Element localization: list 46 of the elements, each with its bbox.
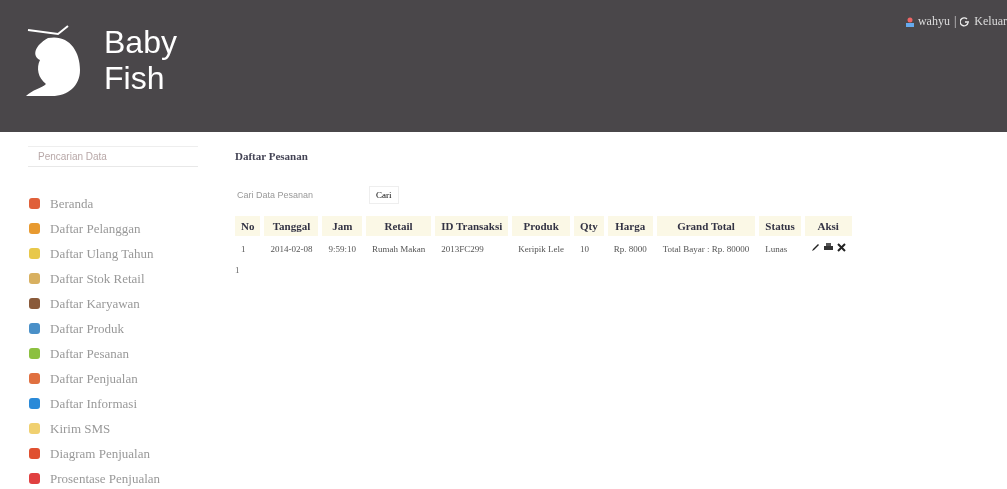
pencil-icon[interactable] [810,243,820,252]
column-header: Status [759,216,801,236]
page-title: Daftar Pesanan [235,150,309,162]
table-cell-text: 2014-02-08 [269,242,314,256]
column-header: Retail [365,216,432,236]
search-field[interactable]: Pencarian Data [28,146,198,167]
table-cell-text: 9:59:10 [327,242,357,256]
menu-item[interactable]: Beranda [50,195,94,212]
menu-item[interactable]: Diagram Penjualan [50,445,150,462]
table-cell-text: Lunas [764,242,789,256]
table-cell-text: Rumah Makan [370,242,427,256]
user-icon [905,16,914,27]
username: wahyu [917,14,950,29]
pagination[interactable]: 1 [235,265,1007,275]
separator: | [953,14,957,29]
column-header: Grand Total [656,216,756,236]
column-header: Produk [512,216,570,236]
menu-item[interactable]: Prosentase Penjualan [50,470,161,487]
table-cell-text: Keripik Lele [517,242,565,256]
logo-text: Baby [104,24,177,60]
table-cell-text: Total Bayar : Rp. 80000 [661,242,751,256]
table-cell-text: 10 [579,242,590,256]
menu-item[interactable]: Daftar Ulang Tahun [50,245,154,262]
column-header: Qty [574,216,604,236]
column-header: No [235,216,261,236]
delete-icon[interactable] [836,243,846,252]
logo-text: Fish [104,60,166,96]
menu-item[interactable]: Kirim SMS [50,420,111,437]
menu-item[interactable]: Daftar Pelanggan [50,220,141,237]
table-cell-text: Rp. 8000 [612,242,648,256]
menu-item[interactable]: Daftar Stok Retail [50,270,145,287]
column-header: Tanggal [264,216,319,236]
column-header: Jam [322,216,362,236]
menu-item[interactable]: Daftar Informasi [50,395,137,412]
table-cell-text: 1 [240,242,247,256]
menu-item[interactable]: Daftar Penjualan [50,370,138,387]
printer-icon[interactable] [823,243,833,252]
search-button[interactable]: Cari [369,186,399,204]
menu-item[interactable]: Daftar Karyawan [50,295,140,312]
menu-item[interactable]: Daftar Produk [50,320,124,337]
column-header: Aksi [804,216,852,236]
menu-item[interactable]: Daftar Pesanan [50,345,130,362]
logout-link[interactable]: Keluar [974,14,1007,29]
column-header: Harga [607,216,653,236]
column-header: ID Transaksi [435,216,509,236]
table-cell-text: 2013FC299 [440,242,485,256]
